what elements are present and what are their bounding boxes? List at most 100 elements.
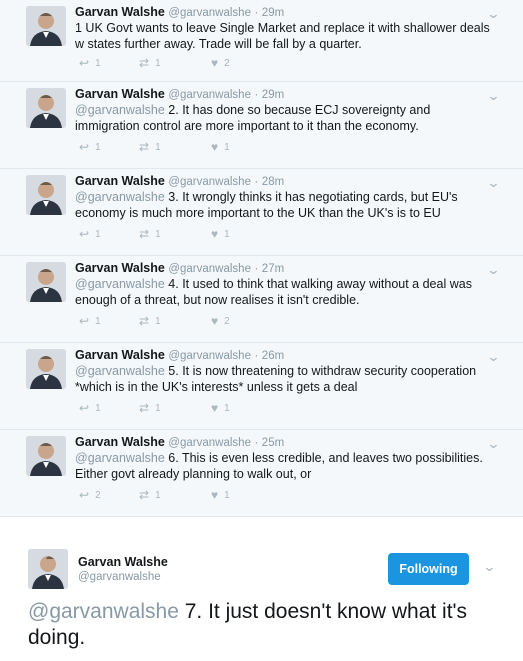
heart-icon: ♥ [211, 314, 219, 328]
retweet-icon: ⇄ [139, 488, 150, 502]
like-count: 1 [224, 402, 230, 414]
mention-link[interactable]: @garvanwalshe [75, 277, 165, 291]
retweet-count: 1 [155, 141, 161, 153]
main-tweet: Garvan Walshe @garvanwalshe Following ⌄ … [0, 529, 523, 661]
mention-link[interactable]: @garvanwalshe [28, 600, 179, 623]
tweet-thread: Garvan Walshe @garvanwalshe · 29m ⌄ 1 UK G… [0, 0, 523, 517]
reply-count: 1 [95, 141, 101, 153]
reply-button[interactable]: ↩ 1 [79, 227, 101, 241]
like-button[interactable]: ♥ 2 [211, 56, 230, 70]
tweet-header: Garvan Walshe @garvanwalshe · 29m [75, 86, 284, 103]
retweet-button[interactable]: ⇄ 1 [139, 488, 161, 502]
retweet-count: 1 [155, 315, 161, 327]
retweet-icon: ⇄ [139, 227, 150, 241]
retweet-icon: ⇄ [139, 140, 150, 154]
like-count: 2 [224, 315, 230, 327]
retweet-button[interactable]: ⇄ 1 [139, 314, 161, 328]
chevron-down-icon[interactable]: ⌄ [482, 559, 496, 575]
retweet-button[interactable]: ⇄ 1 [139, 401, 161, 415]
reply-icon: ↩ [79, 140, 90, 154]
retweet-button[interactable]: ⇄ 1 [139, 140, 161, 154]
author-handle[interactable]: @garvanwalshe [168, 437, 251, 449]
tweet-text: @garvanwalshe 6. This is even less credi… [75, 450, 495, 482]
mention-link[interactable]: @garvanwalshe [75, 190, 165, 204]
tweet[interactable]: Garvan Walshe @garvanwalshe · 28m ⌄ @garva… [0, 169, 523, 256]
tweet-header: Garvan Walshe @garvanwalshe · 29m [75, 4, 284, 21]
reply-button[interactable]: ↩ 1 [79, 314, 101, 328]
tweet-text: @garvanwalshe 3. It wrongly thinks it ha… [75, 189, 495, 221]
tweet[interactable]: Garvan Walshe @garvanwalshe · 29m ⌄ 1 UK G… [0, 0, 523, 82]
avatar[interactable] [26, 436, 66, 476]
heart-icon: ♥ [211, 401, 219, 415]
reply-icon: ↩ [79, 401, 90, 415]
author-handle[interactable]: @garvanwalshe [168, 89, 251, 101]
author-name[interactable]: Garvan Walshe [75, 174, 165, 188]
like-button[interactable]: ♥ 2 [211, 314, 230, 328]
retweet-icon: ⇄ [139, 56, 150, 70]
avatar[interactable] [26, 6, 66, 46]
separator: · [254, 89, 259, 101]
following-button[interactable]: Following [388, 553, 469, 585]
reply-button[interactable]: ↩ 1 [79, 401, 101, 415]
reply-count: 1 [95, 228, 101, 240]
author-name[interactable]: Garvan Walshe [75, 5, 165, 19]
separator: · [254, 437, 259, 449]
author-handle[interactable]: @garvanwalshe [168, 350, 251, 362]
timestamp[interactable]: 28m [262, 176, 284, 188]
mention-link[interactable]: @garvanwalshe [75, 364, 165, 378]
timestamp[interactable]: 29m [262, 89, 284, 101]
author-name[interactable]: Garvan Walshe [75, 87, 165, 101]
retweet-icon: ⇄ [139, 314, 150, 328]
tweet[interactable]: Garvan Walshe @garvanwalshe · 27m ⌄ @garva… [0, 256, 523, 343]
heart-icon: ♥ [211, 56, 219, 70]
tweet[interactable]: Garvan Walshe @garvanwalshe · 26m ⌄ @garva… [0, 343, 523, 430]
author-name[interactable]: Garvan Walshe [75, 261, 165, 275]
avatar[interactable] [26, 175, 66, 215]
tweet-header: Garvan Walshe @garvanwalshe · 25m [75, 434, 284, 451]
heart-icon: ♥ [211, 140, 219, 154]
reply-button[interactable]: ↩ 1 [79, 56, 101, 70]
retweet-count: 1 [155, 228, 161, 240]
like-button[interactable]: ♥ 1 [211, 401, 230, 415]
mention-link[interactable]: @garvanwalshe [75, 103, 165, 117]
retweet-button[interactable]: ⇄ 1 [139, 227, 161, 241]
avatar[interactable] [26, 88, 66, 128]
like-button[interactable]: ♥ 1 [211, 227, 230, 241]
separator: · [254, 7, 259, 19]
heart-icon: ♥ [211, 488, 219, 502]
like-button[interactable]: ♥ 1 [211, 140, 230, 154]
tweet[interactable]: Garvan Walshe @garvanwalshe · 25m ⌄ @garva… [0, 430, 523, 517]
avatar[interactable] [26, 349, 66, 389]
tweet-header: Garvan Walshe @garvanwalshe · 26m [75, 347, 284, 364]
reply-button[interactable]: ↩ 2 [79, 488, 101, 502]
author-handle[interactable]: @garvanwalshe [78, 571, 161, 583]
reply-button[interactable]: ↩ 1 [79, 140, 101, 154]
avatar[interactable] [28, 549, 68, 589]
like-button[interactable]: ♥ 1 [211, 488, 230, 502]
tweet[interactable]: Garvan Walshe @garvanwalshe · 29m ⌄ @garva… [0, 82, 523, 169]
retweet-count: 1 [155, 57, 161, 69]
tweet-text: @garvanwalshe 5. It is now threatening t… [75, 363, 495, 395]
like-count: 1 [224, 141, 230, 153]
timestamp[interactable]: 29m [262, 7, 284, 19]
author-name[interactable]: Garvan Walshe [75, 348, 165, 362]
reply-count: 1 [95, 315, 101, 327]
reply-icon: ↩ [79, 56, 90, 70]
timestamp[interactable]: 27m [262, 263, 284, 275]
tweet-text: @garvanwalshe 4. It used to think that w… [75, 276, 495, 308]
author-handle[interactable]: @garvanwalshe [168, 7, 251, 19]
author-handle[interactable]: @garvanwalshe [168, 176, 251, 188]
reply-icon: ↩ [79, 314, 90, 328]
like-count: 1 [224, 489, 230, 501]
retweet-button[interactable]: ⇄ 1 [139, 56, 161, 70]
mention-link[interactable]: @garvanwalshe [75, 451, 165, 465]
timestamp[interactable]: 26m [262, 350, 284, 362]
heart-icon: ♥ [211, 227, 219, 241]
author-name[interactable]: Garvan Walshe [75, 435, 165, 449]
retweet-count: 1 [155, 402, 161, 414]
like-count: 2 [224, 57, 230, 69]
timestamp[interactable]: 25m [262, 437, 284, 449]
avatar[interactable] [26, 262, 66, 302]
author-name[interactable]: Garvan Walshe [78, 555, 168, 569]
author-handle[interactable]: @garvanwalshe [168, 263, 251, 275]
